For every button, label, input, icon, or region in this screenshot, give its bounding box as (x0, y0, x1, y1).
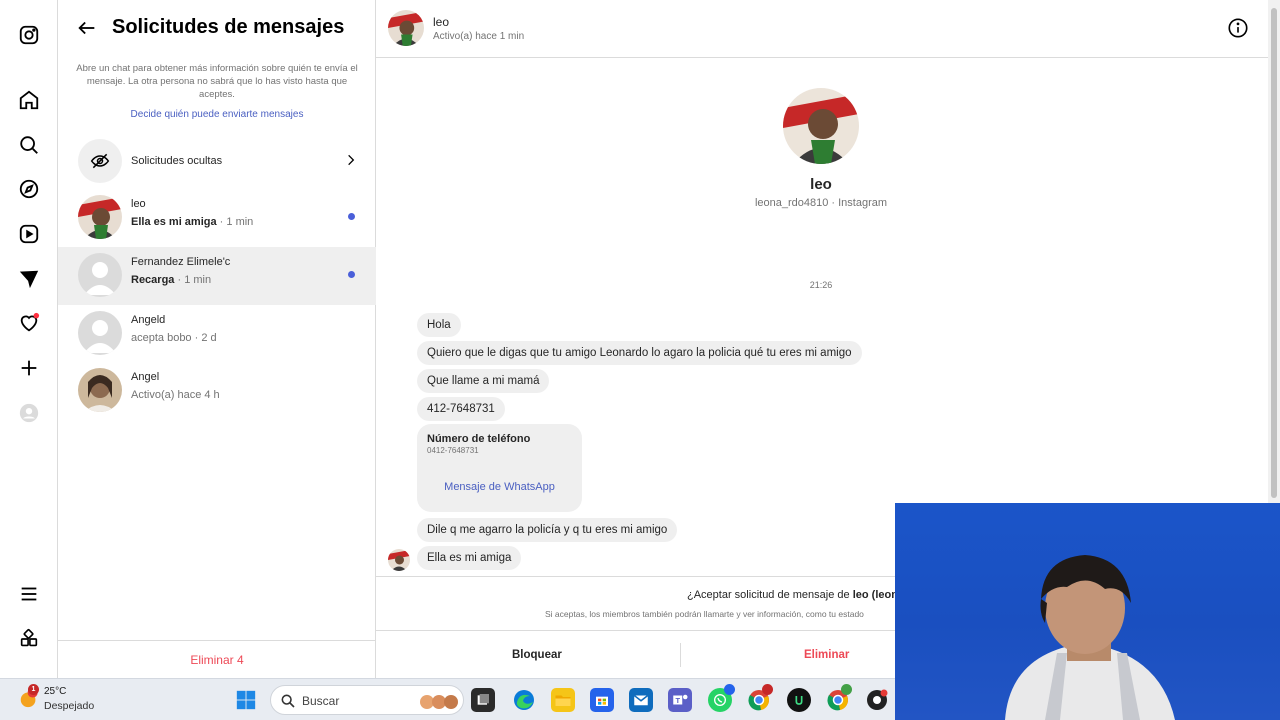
message-bubble: Hola (417, 313, 461, 337)
menu-hamburger-icon[interactable] (18, 583, 40, 605)
upwork-icon[interactable] (787, 688, 811, 712)
file-explorer-icon[interactable] (551, 688, 575, 712)
chat-header: leo Activo(a) hace 1 min (376, 0, 1268, 58)
notifications-heart-icon[interactable] (18, 312, 40, 334)
delete-all-button[interactable]: Eliminar 4 (58, 640, 376, 678)
outlook-icon[interactable] (629, 688, 653, 712)
search-highlight-icon (420, 695, 458, 709)
unread-dot (348, 213, 355, 220)
request-item-leo[interactable]: leo Ella es mi amiga · 1 min (58, 189, 376, 247)
taskbar-search-input[interactable]: Buscar (270, 685, 464, 715)
info-icon[interactable] (1227, 17, 1249, 39)
message-timestamp: 21:26 (809, 280, 833, 290)
weather-status: Despejado (44, 700, 95, 712)
phone-number-card: Número de teléfono 0412-7648731 Mensaje … (417, 424, 582, 512)
card-title: Número de teléfono (427, 433, 531, 445)
request-preview: Activo(a) hace 4 h (131, 389, 220, 401)
chat-header-status: Activo(a) hace 1 min (433, 31, 525, 42)
weather-temp: 25°C (44, 686, 67, 697)
hidden-requests-label: Solicitudes ocultas (131, 155, 223, 167)
task-view-icon[interactable] (471, 688, 495, 712)
request-name: Angeld (131, 314, 166, 326)
weather-badge: 1 (28, 684, 39, 695)
create-plus-icon[interactable] (18, 357, 40, 379)
panel-header: Solicitudes de mensajes (58, 0, 376, 56)
message-bubble: Quiero que le digas que tu amigo Leonard… (417, 341, 862, 365)
avatar (78, 368, 122, 412)
svg-text:T: T (675, 696, 680, 705)
dark-chrome-icon[interactable] (865, 688, 889, 712)
avatar (78, 195, 122, 239)
search-icon[interactable] (18, 134, 40, 156)
block-button[interactable]: Bloquear (512, 631, 562, 679)
nav-rail (0, 0, 58, 678)
message-bubble: 412-7648731 (417, 397, 505, 421)
chat-header-name[interactable]: leo (433, 15, 449, 29)
delete-button[interactable]: Eliminar (804, 631, 849, 679)
hidden-eye-icon (78, 139, 122, 183)
whatsapp-message-link[interactable]: Mensaje de WhatsApp (417, 481, 582, 493)
whatsapp-badge (724, 684, 735, 695)
profile-name: leo (810, 176, 832, 193)
page-title: Solicitudes de mensajes (112, 16, 345, 38)
request-name: Angel (131, 371, 160, 383)
instagram-logo-icon[interactable] (18, 24, 40, 46)
decide-who-can-message-link[interactable]: Decide quién puede enviarte mensajes (58, 109, 376, 120)
request-name: Fernandez Elimele'c (131, 256, 231, 268)
request-item-angeld[interactable]: Angeld acepta bobo · 2 d (58, 305, 376, 363)
chat-header-avatar[interactable] (388, 10, 424, 46)
action-divider (680, 643, 681, 667)
home-icon[interactable] (18, 89, 40, 111)
card-phone-number: 0412-7648731 (427, 446, 479, 455)
apps-grid-icon[interactable] (18, 628, 40, 650)
requests-info-text: Abre un chat para obtener más informació… (76, 63, 358, 100)
webcam-overlay (895, 503, 1280, 720)
explore-icon[interactable] (18, 178, 40, 200)
back-arrow-icon[interactable] (76, 17, 98, 39)
sender-avatar (388, 549, 410, 571)
profile-avatar-icon[interactable] (18, 402, 40, 424)
teams-icon[interactable]: T (668, 688, 692, 712)
accept-note: Si aceptas, los miembros también podrán … (545, 609, 864, 619)
request-preview: Recarga · 1 min (131, 274, 212, 286)
hidden-requests-row[interactable]: Solicitudes ocultas (58, 134, 376, 188)
chevron-right-icon (344, 153, 358, 167)
scrollbar-thumb[interactable] (1271, 8, 1277, 498)
message-bubble: Ella es mi amiga (417, 546, 522, 570)
microsoft-store-icon[interactable] (590, 688, 614, 712)
request-item-angel[interactable]: Angel Activo(a) hace 4 h (58, 362, 376, 420)
search-placeholder: Buscar (302, 694, 340, 708)
request-preview: Ella es mi amiga · 1 min (131, 216, 254, 228)
search-icon (280, 693, 296, 709)
avatar (78, 253, 122, 297)
message-bubble: Que llame a mi mamá (417, 369, 550, 393)
windows-taskbar: 1 25°C Despejado Buscar T (0, 678, 895, 720)
message-requests-panel: Solicitudes de mensajes Abre un chat par… (58, 0, 376, 678)
unread-dot (348, 271, 355, 278)
chrome-profile2-badge (841, 684, 852, 695)
message-bubble: Dile q me agarro la policía y q tu eres … (417, 518, 678, 542)
request-preview: acepta bobo · 2 d (131, 332, 217, 344)
request-item-fernandez[interactable]: Fernandez Elimele'c Recarga · 1 min (58, 247, 376, 305)
avatar (78, 311, 122, 355)
request-name: leo (131, 198, 146, 210)
messages-icon[interactable] (18, 268, 40, 290)
chrome-profile-badge (762, 684, 773, 695)
profile-avatar[interactable] (783, 88, 859, 164)
edge-browser-icon[interactable] (512, 688, 536, 712)
profile-username: leona_rdo4810 · Instagram (754, 197, 888, 209)
accept-question: ¿Aceptar solicitud de mensaje de leo (le… (687, 589, 898, 601)
windows-start-icon[interactable] (234, 688, 258, 712)
reels-icon[interactable] (18, 223, 40, 245)
webcam-person-image (1005, 555, 1175, 720)
